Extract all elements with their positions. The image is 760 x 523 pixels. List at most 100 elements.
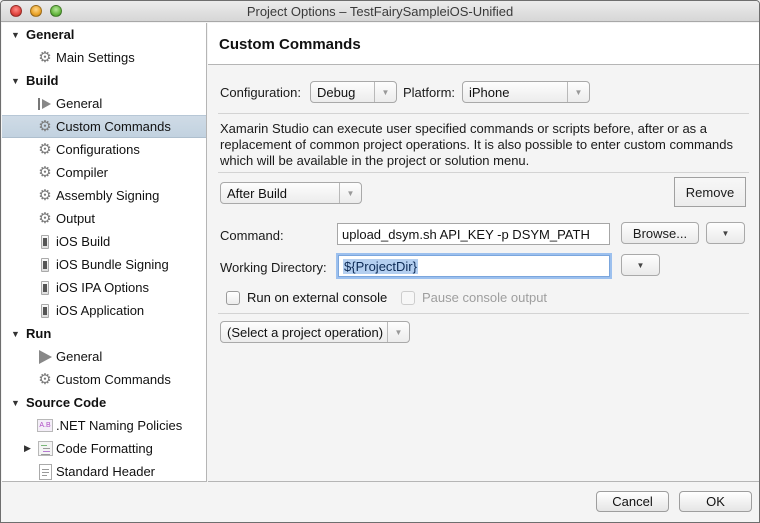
chevron-down-icon: ▼ bbox=[567, 82, 589, 102]
device-icon bbox=[37, 234, 53, 250]
project-options-window: Project Options – TestFairySampleiOS-Uni… bbox=[0, 0, 760, 523]
tree-section-general[interactable]: ▼ General bbox=[2, 23, 206, 46]
working-directory-macro-menu-button[interactable]: ▼ bbox=[621, 254, 660, 276]
play-icon bbox=[37, 349, 53, 365]
pause-console-output-label: Pause console output bbox=[422, 290, 548, 305]
options-tree: ▼ General ⚙ Main Settings ▼ Build Genera… bbox=[2, 23, 207, 482]
tree-item-output[interactable]: ⚙ Output bbox=[2, 207, 206, 230]
dropdown-arrow-icon: ▼ bbox=[721, 228, 730, 238]
gear-icon: ⚙ bbox=[38, 371, 52, 388]
tree-item-naming-policies[interactable]: A.B .NET Naming Policies bbox=[2, 414, 206, 437]
device-icon bbox=[37, 303, 53, 319]
platform-value: iPhone bbox=[469, 84, 510, 100]
tree-item-label: Assembly Signing bbox=[56, 188, 160, 203]
configuration-label: Configuration: bbox=[220, 85, 301, 100]
tree-item-configurations[interactable]: ⚙ Configurations bbox=[2, 138, 206, 161]
tree-item-run-general[interactable]: General bbox=[2, 345, 206, 368]
chevron-down-icon: ▼ bbox=[339, 183, 361, 203]
tree-section-source-code[interactable]: ▼ Source Code bbox=[2, 391, 206, 414]
section-label: Build bbox=[26, 73, 59, 88]
tree-item-label: iOS Build bbox=[56, 234, 111, 249]
tree-item-label: .NET Naming Policies bbox=[56, 418, 183, 433]
gear-icon: ⚙ bbox=[38, 141, 52, 158]
command-label: Command: bbox=[220, 228, 284, 243]
tree-item-code-formatting[interactable]: ▶ Code Formatting bbox=[2, 437, 206, 460]
document-icon bbox=[37, 463, 53, 480]
naming-policy-icon: A.B bbox=[37, 418, 53, 434]
run-external-console-option[interactable]: Run on external console bbox=[226, 290, 387, 305]
chevron-down-icon: ▼ bbox=[387, 322, 409, 342]
tree-item-label: Standard Header bbox=[56, 464, 156, 479]
tree-item-assembly-signing[interactable]: ⚙ Assembly Signing bbox=[2, 184, 206, 207]
tree-item-ios-application[interactable]: iOS Application bbox=[2, 299, 206, 322]
tree-item-label: iOS Application bbox=[56, 303, 145, 318]
tree-item-ios-ipa-options[interactable]: iOS IPA Options bbox=[2, 276, 206, 299]
divider bbox=[218, 172, 749, 173]
ok-button[interactable]: OK bbox=[679, 491, 752, 512]
cancel-button[interactable]: Cancel bbox=[596, 491, 669, 512]
gear-icon: ⚙ bbox=[38, 210, 52, 227]
command-input[interactable]: upload_dsym.sh API_KEY -p DSYM_PATH bbox=[337, 223, 610, 245]
description-text: Xamarin Studio can execute user specifie… bbox=[220, 121, 734, 168]
tree-item-label: Output bbox=[56, 211, 96, 226]
tree-item-ios-bundle-signing[interactable]: iOS Bundle Signing bbox=[2, 253, 206, 276]
platform-select[interactable]: iPhone ▼ bbox=[462, 81, 590, 103]
tree-item-label: Compiler bbox=[56, 165, 109, 180]
working-directory-input[interactable]: ${ProjectDir} bbox=[338, 255, 610, 277]
command-type-value: After Build bbox=[227, 185, 287, 201]
tree-item-run-custom-commands[interactable]: ⚙ Custom Commands bbox=[2, 368, 206, 391]
chevron-down-icon: ▼ bbox=[374, 82, 396, 102]
tree-item-label: Main Settings bbox=[56, 50, 135, 65]
custom-commands-panel: Configuration: Debug ▼ Platform: iPhone … bbox=[208, 66, 759, 482]
tree-item-build-custom-commands[interactable]: ⚙ Custom Commands bbox=[2, 115, 206, 138]
tree-item-ios-build[interactable]: iOS Build bbox=[2, 230, 206, 253]
tree-item-build-general[interactable]: General bbox=[2, 92, 206, 115]
browse-button[interactable]: Browse... bbox=[621, 222, 699, 244]
pause-console-output-checkbox bbox=[401, 290, 415, 305]
configuration-value: Debug bbox=[317, 84, 356, 100]
selected-text: ${ProjectDir} bbox=[343, 258, 418, 274]
pause-console-output-option: Pause console output bbox=[401, 290, 547, 305]
project-operation-select[interactable]: (Select a project operation) ▼ bbox=[220, 321, 410, 343]
panel-title: Custom Commands bbox=[219, 36, 361, 53]
configuration-select[interactable]: Debug ▼ bbox=[310, 81, 397, 103]
window-title: Project Options – TestFairySampleiOS-Uni… bbox=[246, 4, 514, 19]
device-icon bbox=[37, 257, 53, 273]
gear-icon: ⚙ bbox=[38, 164, 52, 181]
tree-item-main-settings[interactable]: ⚙ Main Settings bbox=[2, 46, 206, 69]
tree-section-run[interactable]: ▼ Run bbox=[2, 322, 206, 345]
gear-icon: ⚙ bbox=[38, 118, 52, 135]
disclosure-open-icon[interactable]: ▼ bbox=[11, 329, 20, 339]
run-external-console-label: Run on external console bbox=[247, 290, 388, 305]
panel-header: Custom Commands bbox=[208, 23, 759, 65]
gear-icon: ⚙ bbox=[38, 49, 52, 66]
gear-icon: ⚙ bbox=[38, 187, 52, 204]
dropdown-arrow-icon: ▼ bbox=[636, 260, 645, 270]
device-icon bbox=[37, 280, 53, 296]
tree-item-label: Custom Commands bbox=[56, 119, 171, 134]
divider bbox=[218, 113, 749, 114]
command-macro-menu-button[interactable]: ▼ bbox=[706, 222, 745, 244]
working-directory-label: Working Directory: bbox=[220, 260, 327, 275]
run-external-console-checkbox[interactable] bbox=[226, 290, 240, 305]
remove-button[interactable]: Remove bbox=[674, 177, 746, 207]
play-bar-icon bbox=[37, 96, 53, 112]
disclosure-closed-icon[interactable]: ▶ bbox=[24, 443, 31, 454]
project-operation-value: (Select a project operation) bbox=[227, 324, 384, 340]
tree-item-label: Custom Commands bbox=[56, 372, 171, 387]
tree-item-compiler[interactable]: ⚙ Compiler bbox=[2, 161, 206, 184]
section-label: Run bbox=[26, 326, 52, 341]
tree-item-label: Configurations bbox=[56, 142, 140, 157]
disclosure-open-icon[interactable]: ▼ bbox=[11, 398, 20, 408]
divider bbox=[218, 313, 749, 314]
tree-section-build[interactable]: ▼ Build bbox=[2, 69, 206, 92]
tree-item-label: General bbox=[56, 349, 103, 364]
tree-item-label: Code Formatting bbox=[56, 441, 153, 456]
title-bar: Project Options – TestFairySampleiOS-Uni… bbox=[1, 1, 759, 22]
disclosure-open-icon[interactable]: ▼ bbox=[11, 76, 20, 86]
tree-item-label: General bbox=[56, 96, 103, 111]
command-type-select[interactable]: After Build ▼ bbox=[220, 182, 362, 204]
tree-item-standard-header[interactable]: Standard Header bbox=[2, 460, 206, 483]
disclosure-open-icon[interactable]: ▼ bbox=[11, 30, 20, 40]
tree-item-label: iOS IPA Options bbox=[56, 280, 149, 295]
